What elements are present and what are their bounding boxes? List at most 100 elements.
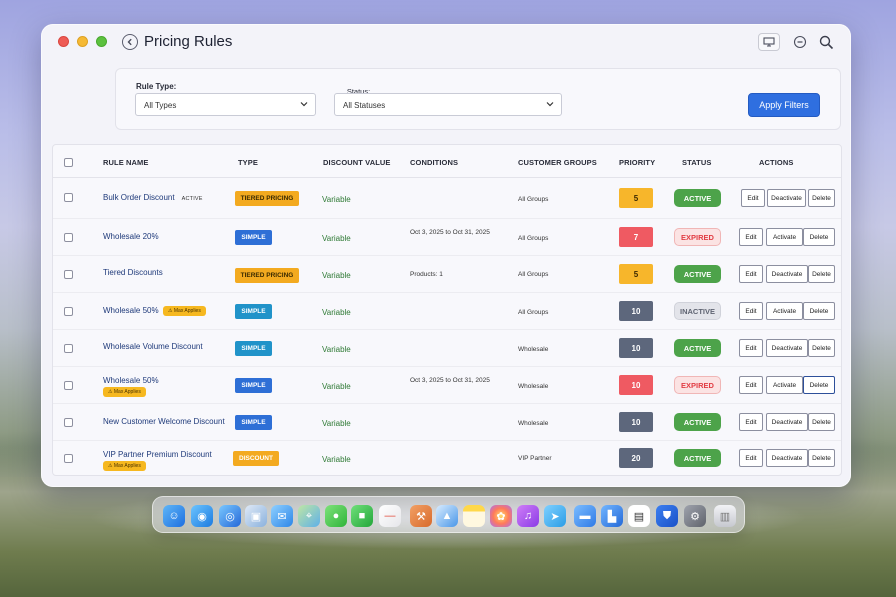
rule-name[interactable]: Wholesale 20% bbox=[103, 232, 159, 241]
priority-badge: 10 bbox=[619, 375, 653, 395]
row-checkbox[interactable] bbox=[64, 233, 73, 242]
type-badge: SIMPLE bbox=[235, 415, 272, 430]
table-row: New Customer Welcome Discount SIMPLE Var… bbox=[53, 404, 841, 441]
table-row: Wholesale 20% SIMPLE Variable Oct 3, 202… bbox=[53, 219, 841, 256]
delete-button[interactable]: Delete bbox=[803, 228, 835, 246]
delete-button[interactable]: Delete bbox=[803, 302, 835, 320]
edit-button[interactable]: Edit bbox=[739, 228, 763, 246]
settings-icon[interactable]: ⚙ bbox=[684, 505, 706, 527]
edit-button[interactable]: Edit bbox=[739, 302, 763, 320]
edit-button[interactable]: Edit bbox=[739, 265, 763, 283]
row-checkbox[interactable] bbox=[64, 381, 73, 390]
photos-icon[interactable]: ✿ bbox=[490, 505, 512, 527]
messages-icon[interactable]: ● bbox=[325, 505, 347, 527]
status-badge: ACTIVE bbox=[674, 189, 721, 207]
conditions: Oct 3, 2025 to Oct 31, 2025 bbox=[410, 229, 490, 236]
priority-badge: 5 bbox=[619, 188, 653, 208]
minimize-window-button[interactable] bbox=[77, 36, 88, 47]
maps-icon[interactable]: ⌖ bbox=[298, 505, 320, 527]
zoom-window-button[interactable] bbox=[96, 36, 107, 47]
finder-icon[interactable]: ☺ bbox=[163, 505, 185, 527]
rule-type-select[interactable]: All Types bbox=[135, 93, 316, 116]
header-customer-groups: CUSTOMER GROUPS bbox=[518, 158, 597, 167]
deactivate-button[interactable]: Deactivate bbox=[766, 339, 808, 357]
deactivate-button[interactable]: Deactivate bbox=[767, 189, 806, 207]
facetime-icon[interactable]: ■ bbox=[351, 505, 373, 527]
edit-button[interactable]: Edit bbox=[741, 189, 765, 207]
display-button[interactable] bbox=[758, 33, 780, 51]
row-checkbox[interactable] bbox=[64, 454, 73, 463]
delete-button[interactable]: Delete bbox=[808, 265, 835, 283]
priority-badge: 10 bbox=[619, 338, 653, 358]
row-checkbox[interactable] bbox=[64, 418, 73, 427]
rule-name[interactable]: Wholesale Volume Discount bbox=[103, 342, 203, 351]
delete-button[interactable]: Delete bbox=[808, 339, 835, 357]
notes-icon[interactable] bbox=[463, 505, 485, 527]
preview-icon[interactable]: ▣ bbox=[245, 505, 267, 527]
xcode-icon[interactable]: ▲ bbox=[436, 505, 458, 527]
type-badge: SIMPLE bbox=[235, 378, 272, 393]
table-row: Wholesale Volume Discount SIMPLE Variabl… bbox=[53, 330, 841, 367]
activate-button[interactable]: Activate bbox=[766, 228, 803, 246]
app-store-icon[interactable]: ▙ bbox=[601, 505, 623, 527]
instruments-icon[interactable]: ⚒ bbox=[410, 505, 432, 527]
filter-panel: Rule Type: All Types Status: All Statuse… bbox=[115, 68, 841, 130]
rule-name[interactable]: Wholesale 50% bbox=[103, 376, 159, 385]
priority-badge: 7 bbox=[619, 227, 653, 247]
safari-icon[interactable]: ◉ bbox=[191, 505, 213, 527]
active-tag: ACTIVE bbox=[181, 196, 203, 202]
minus-circle-icon bbox=[793, 35, 807, 49]
customer-groups: VIP Partner bbox=[518, 455, 552, 462]
rule-name[interactable]: VIP Partner Premium Discount bbox=[103, 450, 212, 459]
discount-value: Variable bbox=[322, 195, 351, 204]
status-badge: ACTIVE bbox=[674, 413, 721, 431]
collapse-button[interactable] bbox=[790, 33, 810, 51]
close-window-button[interactable] bbox=[58, 36, 69, 47]
reminders-icon[interactable]: — bbox=[379, 505, 401, 527]
delete-button[interactable]: Delete bbox=[803, 376, 835, 394]
rule-name-link[interactable]: Bulk Order Discount ACTIVE bbox=[103, 193, 203, 202]
table-row: VIP Partner Premium Discount ⚠ Max Appli… bbox=[53, 441, 841, 475]
customer-groups: All Groups bbox=[518, 235, 549, 242]
deactivate-button[interactable]: Deactivate bbox=[766, 449, 808, 467]
back-button[interactable] bbox=[122, 34, 138, 50]
select-all-checkbox[interactable] bbox=[64, 158, 73, 167]
row-checkbox[interactable] bbox=[64, 193, 73, 202]
row-checkbox[interactable] bbox=[64, 307, 73, 316]
edit-button[interactable]: Edit bbox=[739, 376, 763, 394]
row-checkbox[interactable] bbox=[64, 344, 73, 353]
bitwarden-icon[interactable]: ⛊ bbox=[656, 505, 678, 527]
apply-filters-button[interactable]: Apply Filters bbox=[748, 93, 820, 117]
rule-name[interactable]: New Customer Welcome Discount bbox=[103, 417, 225, 426]
deactivate-button[interactable]: Deactivate bbox=[766, 265, 808, 283]
document-icon[interactable]: ▤ bbox=[628, 505, 650, 527]
safari-alt-icon[interactable]: ◎ bbox=[219, 505, 241, 527]
chevron-down-icon bbox=[300, 102, 308, 107]
delete-button[interactable]: Delete bbox=[808, 413, 835, 431]
status-badge: ACTIVE bbox=[674, 339, 721, 357]
activate-button[interactable]: Activate bbox=[766, 376, 803, 394]
edit-button[interactable]: Edit bbox=[739, 449, 763, 467]
customer-groups: All Groups bbox=[518, 271, 549, 278]
activate-button[interactable]: Activate bbox=[766, 302, 803, 320]
rule-name[interactable]: Wholesale 50% bbox=[103, 306, 159, 315]
table-header: RULE NAME TYPE DISCOUNT VALUE CONDITIONS… bbox=[53, 145, 841, 178]
deactivate-button[interactable]: Deactivate bbox=[766, 413, 808, 431]
status-select[interactable]: All Statuses bbox=[334, 93, 562, 116]
mail-icon[interactable]: ✉ bbox=[271, 505, 293, 527]
telegram-icon[interactable]: ➤ bbox=[544, 505, 566, 527]
discount-value: Variable bbox=[322, 234, 351, 243]
edit-button[interactable]: Edit bbox=[739, 413, 763, 431]
delete-button[interactable]: Delete bbox=[808, 189, 835, 207]
row-checkbox[interactable] bbox=[64, 270, 73, 279]
folder-icon[interactable]: ▬ bbox=[574, 505, 596, 527]
max-applies-badge: ⚠ Max Applies bbox=[103, 387, 146, 397]
search-button[interactable] bbox=[816, 33, 836, 51]
edit-button[interactable]: Edit bbox=[739, 339, 763, 357]
music-icon[interactable]: ♫ bbox=[517, 505, 539, 527]
delete-button[interactable]: Delete bbox=[808, 449, 835, 467]
header-conditions: CONDITIONS bbox=[410, 158, 459, 167]
type-badge: TIERED PRICING bbox=[235, 191, 299, 206]
rule-name[interactable]: Tiered Discounts bbox=[103, 268, 163, 277]
trash-icon[interactable]: ▥ bbox=[714, 505, 736, 527]
